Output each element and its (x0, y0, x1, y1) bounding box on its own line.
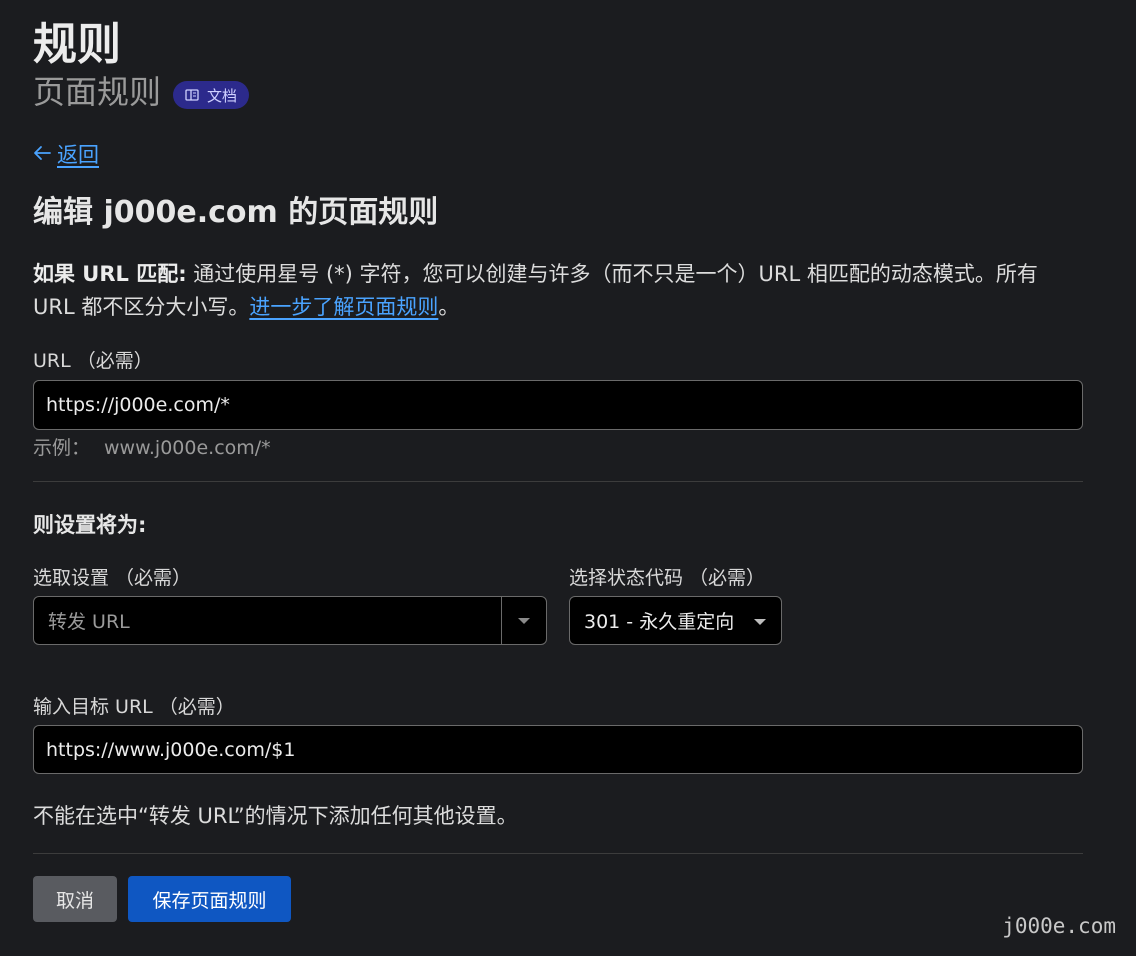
docs-badge-label: 文档 (207, 86, 238, 105)
chevron-down-icon[interactable] (502, 597, 546, 644)
book-icon (185, 89, 199, 101)
url-match-label: 如果 URL 匹配: (33, 262, 187, 286)
save-page-rule-button[interactable]: 保存页面规则 (128, 876, 291, 922)
url-field-label: URL （必需） (33, 350, 153, 372)
watermark: j000e.com (1002, 914, 1116, 938)
forward-url-note: 不能在选中“转发 URL”的情况下添加任何其他设置。 (33, 804, 518, 828)
setting-select[interactable]: 转发 URL (33, 596, 547, 645)
back-link[interactable]: 返回 (33, 139, 99, 169)
learn-more-link[interactable]: 进一步了解页面规则 (249, 295, 438, 319)
setting-select-value: 转发 URL (48, 611, 130, 633)
status-select-value: 301 - 永久重定向 (584, 611, 735, 633)
actions-divider (33, 853, 1083, 854)
desc-end: 。 (438, 295, 460, 319)
example-value: www.j000e.com/* (104, 437, 271, 459)
setting-select-label: 选取设置 （必需） (33, 567, 192, 589)
arrow-left-icon (33, 142, 51, 166)
subtitle-row: 页面规则 文档 (33, 72, 250, 112)
url-match-description: 如果 URL 匹配: 通过使用星号 (*) 字符，您可以创建与许多（而不只是一个… (33, 258, 1083, 324)
status-select-label: 选择状态代码 （必需） (569, 567, 766, 589)
settings-heading: 则设置将为: (33, 513, 147, 537)
section-divider (33, 481, 1083, 482)
chevron-down-icon (753, 611, 767, 630)
url-example-hint: 示例： www.j000e.com/* (33, 433, 271, 460)
cancel-button[interactable]: 取消 (33, 876, 117, 922)
editor-heading: 编辑 j000e.com 的页面规则 (33, 195, 439, 230)
example-label: 示例： (33, 437, 91, 459)
target-url-input[interactable] (33, 725, 1083, 774)
docs-badge[interactable]: 文档 (173, 81, 250, 109)
back-link-label: 返回 (57, 143, 99, 167)
target-url-label: 输入目标 URL （必需） (33, 696, 235, 718)
page-title: 规则 (33, 19, 121, 70)
url-input[interactable] (33, 380, 1083, 430)
page-subtitle: 页面规则 (33, 73, 162, 111)
status-code-select[interactable]: 301 - 永久重定向 (569, 596, 782, 645)
